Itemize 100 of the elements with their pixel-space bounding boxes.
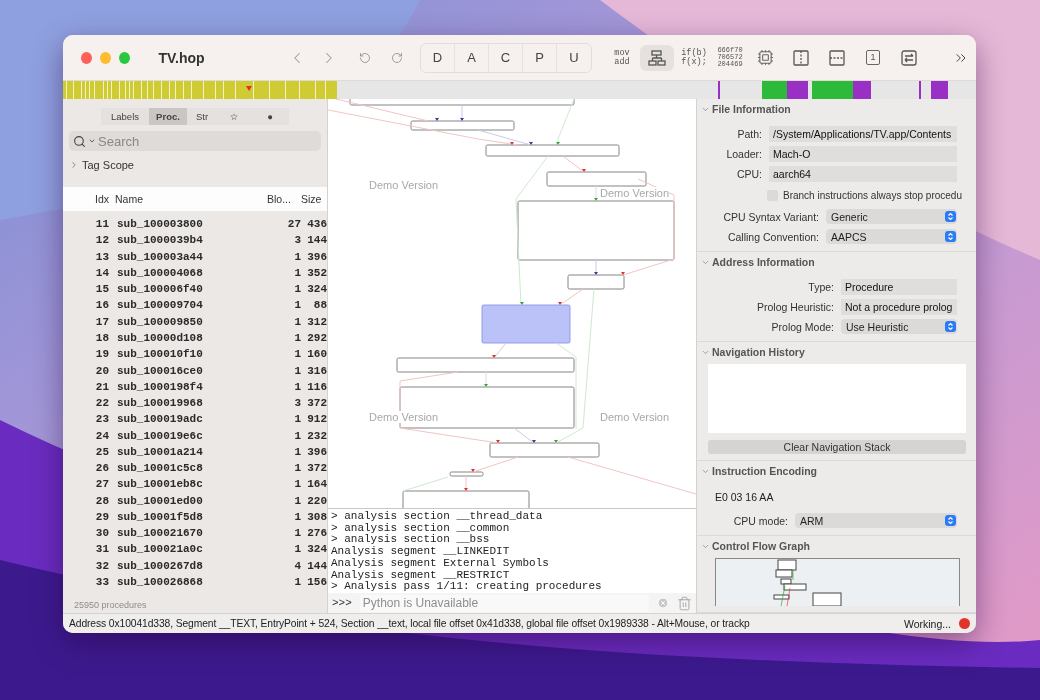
table-cell-text: 1	[293, 445, 301, 458]
sidebar-tab[interactable]: ●	[251, 108, 289, 125]
segment-button[interactable]: C	[489, 43, 523, 72]
table-cell-text: sub_10001a214	[116, 445, 204, 458]
graph-node[interactable]	[402, 490, 530, 508]
flowchart-icon	[648, 49, 666, 66]
swap-arrows-icon	[901, 49, 917, 66]
segment-button[interactable]: D	[421, 43, 455, 72]
table-cell-text: 18	[94, 332, 109, 344]
minimize-button[interactable]	[100, 51, 112, 64]
popup-menu[interactable]: Generic	[826, 209, 957, 224]
stepper-icon	[945, 515, 956, 526]
redo-icon	[391, 51, 403, 64]
table-cell-text: 1	[293, 380, 301, 393]
popup-menu[interactable]: Use Heuristic	[841, 319, 957, 334]
column-header[interactable]: Name	[109, 193, 267, 205]
caret-icon	[88, 137, 96, 145]
table-cell-text: 15	[94, 283, 109, 296]
graph-view-button[interactable]	[640, 44, 674, 71]
graph-node[interactable]	[410, 120, 515, 131]
close-button[interactable]	[81, 51, 93, 64]
column-header[interactable]: Size	[301, 193, 327, 205]
stepper-icon	[945, 211, 956, 222]
table-cell-text: sub_100006f40	[116, 283, 204, 296]
table-cell-text: 312	[306, 315, 327, 328]
search-field[interactable]: Search	[69, 131, 321, 151]
graph-node[interactable]	[546, 171, 647, 187]
demo-label: Demo Version	[369, 179, 439, 191]
popup-menu[interactable]: AAPCS	[826, 229, 957, 244]
table-cell-text: 1	[293, 478, 301, 491]
segment-button[interactable]: A	[455, 43, 489, 72]
field-label: Calling Convention:	[726, 230, 819, 243]
graph-node[interactable]	[449, 471, 484, 477]
value-field: /System/Applications/TV.app/Contents	[769, 125, 957, 142]
stepper-icon	[945, 321, 956, 332]
sidebar-tab[interactable]: ☆	[217, 108, 251, 125]
table-cell-text: sub_100019e6c	[116, 429, 204, 442]
segment-button[interactable]: P	[523, 43, 557, 72]
table-cell-text: 29	[94, 510, 109, 523]
field-label: CPU Syntax Variant:	[722, 210, 819, 223]
table-cell-text: 11	[94, 218, 109, 231]
section-header[interactable]: File Information	[697, 103, 791, 115]
graph-node[interactable]	[517, 200, 675, 261]
section-header[interactable]: Instruction Encoding	[697, 465, 817, 477]
single-view-button[interactable]: 1	[856, 44, 890, 71]
section-header[interactable]: Control Flow Graph	[697, 540, 810, 552]
table-cell-text: sub_100010f10	[116, 348, 204, 361]
table-cell-text: sub_10001f5d8	[116, 510, 204, 523]
graph-node[interactable]	[567, 274, 625, 290]
table-cell-text: 1	[293, 462, 301, 475]
table-cell-text: 156	[306, 575, 327, 588]
segment-button[interactable]: U	[557, 43, 591, 72]
column-header[interactable]: Blo...	[267, 193, 301, 205]
graph-node[interactable]	[396, 357, 575, 373]
table-cell-text: sub_100003a44	[116, 250, 204, 263]
sidebar-tab[interactable]: Proc.	[149, 108, 187, 125]
search-input[interactable]: Search	[98, 133, 317, 149]
table-cell-text: sub_1000198f4	[116, 380, 204, 393]
graph-node[interactable]	[349, 99, 575, 106]
selected-graph-node[interactable]	[481, 304, 571, 344]
table-cell-text: 22	[94, 397, 109, 410]
clear-button[interactable]: Clear Navigation Stack	[708, 440, 966, 454]
table-cell-text: 144	[306, 234, 327, 247]
table-cell-text: 1	[293, 332, 301, 344]
zoom-button[interactable]	[119, 51, 131, 64]
demo-label: Demo Version	[600, 187, 670, 199]
sidebar-tab[interactable]: Labels	[101, 108, 149, 125]
popup-menu[interactable]: ARM	[795, 513, 957, 528]
table-cell-text: sub_100019968	[116, 397, 204, 410]
graph-node[interactable]	[485, 144, 620, 157]
table-cell-text: 1	[293, 348, 301, 361]
field-label: CPU mode:	[732, 514, 788, 527]
table-cell-text: 372	[306, 397, 327, 410]
status-text: Address 0x10041d338, Segment __TEXT, EntryPoint + 524, Section __text, local file offset 0x41d338, global file offset 0x1989338 - Alt+Mouse, or trackp	[69, 618, 751, 629]
graph-node[interactable]	[399, 386, 575, 429]
table-cell-text: 1	[293, 413, 301, 426]
section-header[interactable]: Address Information	[697, 256, 815, 268]
table-cell-text: 396	[306, 445, 327, 458]
tag-scope-toggle[interactable]: Tag Scope	[69, 159, 134, 171]
trash-icon[interactable]	[677, 595, 692, 611]
table-cell-text: 20	[94, 364, 109, 377]
table-cell-text: 352	[306, 266, 327, 279]
table-cell-text: sub_100021a0c	[116, 543, 204, 556]
table-cell-text: 316	[306, 364, 327, 377]
demo-label: Demo Version	[600, 411, 670, 423]
field-label: Path:	[736, 127, 762, 140]
table-cell-text: 1	[293, 250, 301, 263]
sidebar-tab[interactable]: Str	[187, 108, 217, 125]
graph-node[interactable]	[489, 442, 600, 458]
field-label: CPU:	[735, 167, 762, 180]
table-cell-text: 324	[306, 283, 327, 296]
encoding-text: E0 03 16 AA	[714, 491, 775, 503]
section-header[interactable]: Navigation History	[697, 346, 805, 358]
column-header[interactable]: Idx	[69, 193, 109, 205]
table-cell-text: sub_100026868	[116, 575, 204, 588]
value-field: Procedure	[841, 278, 957, 295]
view-mode-button[interactable]: if(b) f(x);	[678, 44, 710, 71]
clear-icon[interactable]	[657, 597, 669, 610]
view-mode-button[interactable]: mov add	[606, 44, 638, 71]
table-cell-text: 30	[94, 527, 109, 540]
